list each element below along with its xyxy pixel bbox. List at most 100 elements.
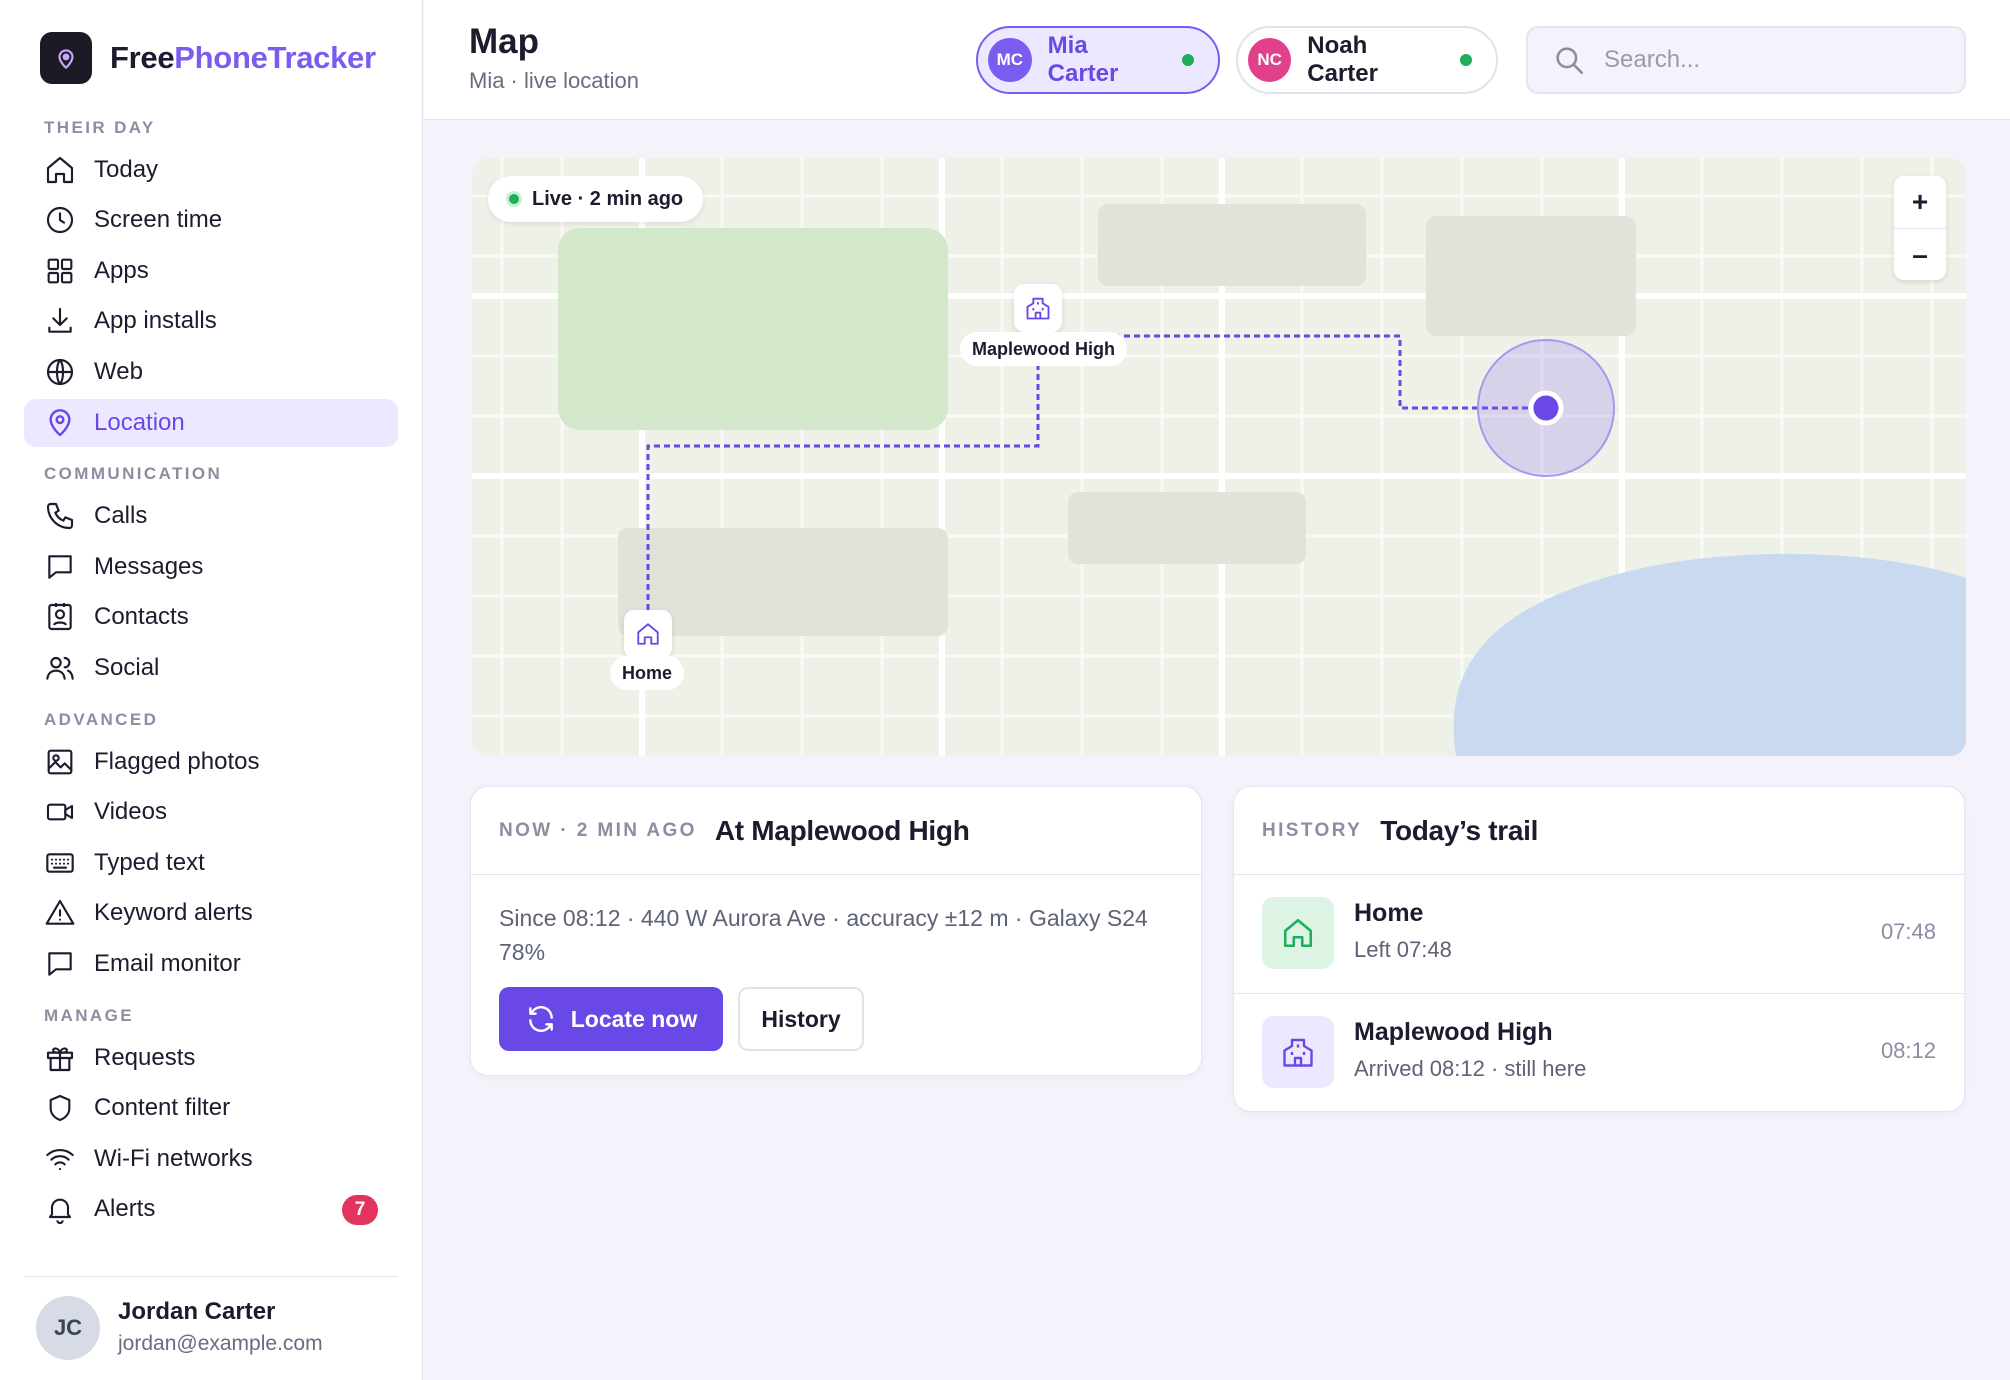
- location-map[interactable]: Live · 2 min ago + – Maplewood High Home: [472, 158, 1966, 756]
- sidebar-item-label: Location: [94, 409, 185, 436]
- zoom-control: + –: [1894, 176, 1946, 280]
- now-card-title: At Maplewood High: [714, 814, 970, 846]
- keyboard-icon: [46, 853, 74, 873]
- trail-row[interactable]: Maplewood High Arrived 08:12 · still her…: [1234, 993, 1964, 1111]
- sidebar-item-label: Wi-Fi networks: [94, 1145, 253, 1172]
- sidebar-item-location[interactable]: Location: [24, 399, 398, 447]
- trail-detail: Arrived 08:12 · still here: [1354, 1056, 1587, 1081]
- sidebar-item-wifi-networks[interactable]: Wi-Fi networks: [24, 1135, 398, 1183]
- map-label-school: Maplewood High: [960, 332, 1127, 366]
- school-icon: [1026, 297, 1050, 320]
- nav-section-manage: MANAGE: [44, 1006, 134, 1025]
- trail-icon-box: [1262, 897, 1334, 969]
- sidebar-item-contacts[interactable]: Contacts: [24, 593, 398, 641]
- brand-logo-icon: [40, 32, 92, 84]
- page-title: Map: [469, 22, 539, 61]
- live-status-label: Live · 2 min ago: [532, 187, 684, 210]
- user-avatar[interactable]: JC: [36, 1296, 100, 1360]
- history-card-header: HISTORY Today’s trail: [1234, 787, 1964, 875]
- alerts-count-badge: 7: [342, 1195, 378, 1225]
- trail-time: 08:12: [1880, 1038, 1936, 1063]
- page-subtitle: Mia · live location: [469, 68, 639, 93]
- building-block: [1068, 492, 1306, 564]
- kid-avatar: MC: [988, 38, 1032, 82]
- sidebar-item-typed-text[interactable]: Typed text: [24, 839, 398, 887]
- sidebar-item-label: Videos: [94, 798, 167, 825]
- sidebar-item-label: Flagged photos: [94, 748, 260, 775]
- sidebar-item-label: App installs: [94, 307, 217, 334]
- gift-icon: [46, 1047, 74, 1072]
- sidebar-item-alerts[interactable]: Alerts 7: [24, 1185, 398, 1233]
- live-indicator-dot: [506, 191, 522, 207]
- sidebar-divider: [24, 1276, 398, 1277]
- home-icon: [637, 623, 659, 645]
- map-canvas: [472, 158, 1966, 756]
- kid-switcher-noah[interactable]: NC Noah Carter: [1236, 26, 1498, 94]
- online-status-dot: [1460, 54, 1473, 66]
- now-card-description: Since 08:12 · 440 W Aurora Ave · accurac…: [499, 905, 1148, 965]
- trail-place: Home: [1354, 899, 1424, 927]
- sidebar-item-today[interactable]: Today: [24, 146, 398, 194]
- history-button[interactable]: History: [738, 987, 864, 1051]
- grid-icon: [47, 258, 73, 284]
- brand[interactable]: FreePhoneTracker: [40, 32, 376, 84]
- history-card: HISTORY Today’s trail Home Left 07:48 07…: [1233, 786, 1965, 1112]
- sidebar-item-label: Alerts: [94, 1195, 156, 1222]
- kid-name: Noah Carter: [1307, 32, 1378, 87]
- map-marker-home[interactable]: [624, 610, 672, 658]
- home-icon: [1283, 918, 1313, 948]
- sidebar-item-messages[interactable]: Messages: [24, 543, 398, 591]
- sidebar-item-social[interactable]: Social: [24, 644, 398, 692]
- top-header: Map Mia · live location MC Mia Carter NC…: [424, 0, 2010, 120]
- zoom-out-button[interactable]: –: [1894, 228, 1946, 280]
- home-icon: [46, 156, 74, 184]
- now-card-kicker: NOW · 2 MIN AGO: [499, 819, 697, 841]
- search-input[interactable]: [1604, 46, 1944, 74]
- sidebar-item-label: Calls: [94, 502, 148, 529]
- video-icon: [46, 803, 74, 821]
- contact-card-icon: [48, 603, 72, 631]
- sidebar-item-label: Messages: [94, 553, 204, 580]
- map-marker-school[interactable]: [1014, 284, 1062, 332]
- map-label-home: Home: [610, 656, 685, 690]
- park-area: [558, 228, 948, 430]
- sidebar-item-label: Web: [94, 358, 143, 385]
- sidebar-item-calls[interactable]: Calls: [24, 492, 398, 540]
- sidebar-item-app-installs[interactable]: App installs: [24, 297, 398, 345]
- user-email: jordan@example.com: [118, 1332, 323, 1355]
- sidebar-item-email-monitor[interactable]: Email monitor: [24, 940, 398, 988]
- current-location-dot: [1528, 390, 1564, 426]
- trail-row[interactable]: Home Left 07:48 07:48: [1234, 875, 1964, 993]
- sidebar-item-label: Content filter: [94, 1094, 231, 1121]
- sidebar-item-label: Screen time: [94, 206, 223, 233]
- search-icon: [1556, 47, 1584, 75]
- locate-now-button[interactable]: Locate now: [499, 987, 723, 1051]
- search-box[interactable]: [1526, 26, 1966, 94]
- clock-icon: [46, 206, 74, 234]
- sidebar-item-label: Keyword alerts: [94, 899, 253, 926]
- user-name: Jordan Carter: [118, 1298, 276, 1325]
- sidebar-item-flagged-photos[interactable]: Flagged photos: [24, 738, 398, 786]
- sidebar-item-label: Social: [94, 654, 160, 681]
- sidebar: FreePhoneTracker THEIR DAY Today Screen …: [0, 0, 423, 1380]
- sidebar-item-requests[interactable]: Requests: [24, 1034, 398, 1082]
- online-status-dot: [1182, 54, 1194, 66]
- kid-name: Mia Carter: [1047, 32, 1119, 87]
- building-block: [1098, 204, 1366, 286]
- sidebar-item-web[interactable]: Web: [24, 348, 398, 396]
- sidebar-item-label: Apps: [94, 257, 149, 284]
- message-icon: [48, 952, 72, 976]
- location-pin-icon: [49, 409, 71, 437]
- kid-switcher-mia[interactable]: MC Mia Carter: [976, 26, 1220, 94]
- sidebar-item-apps[interactable]: Apps: [24, 247, 398, 295]
- history-card-kicker: HISTORY: [1262, 819, 1363, 841]
- sidebar-item-label: Typed text: [94, 849, 205, 876]
- nav-section-advanced: ADVANCED: [44, 710, 159, 729]
- image-icon: [47, 749, 73, 775]
- sidebar-item-screen-time[interactable]: Screen time: [24, 196, 398, 244]
- sidebar-item-videos[interactable]: Videos: [24, 788, 398, 836]
- sidebar-item-keyword-alerts[interactable]: Keyword alerts: [24, 889, 398, 937]
- sidebar-item-content-filter[interactable]: Content filter: [24, 1084, 398, 1132]
- zoom-in-button[interactable]: +: [1894, 176, 1946, 228]
- sidebar-item-label: Contacts: [94, 603, 189, 630]
